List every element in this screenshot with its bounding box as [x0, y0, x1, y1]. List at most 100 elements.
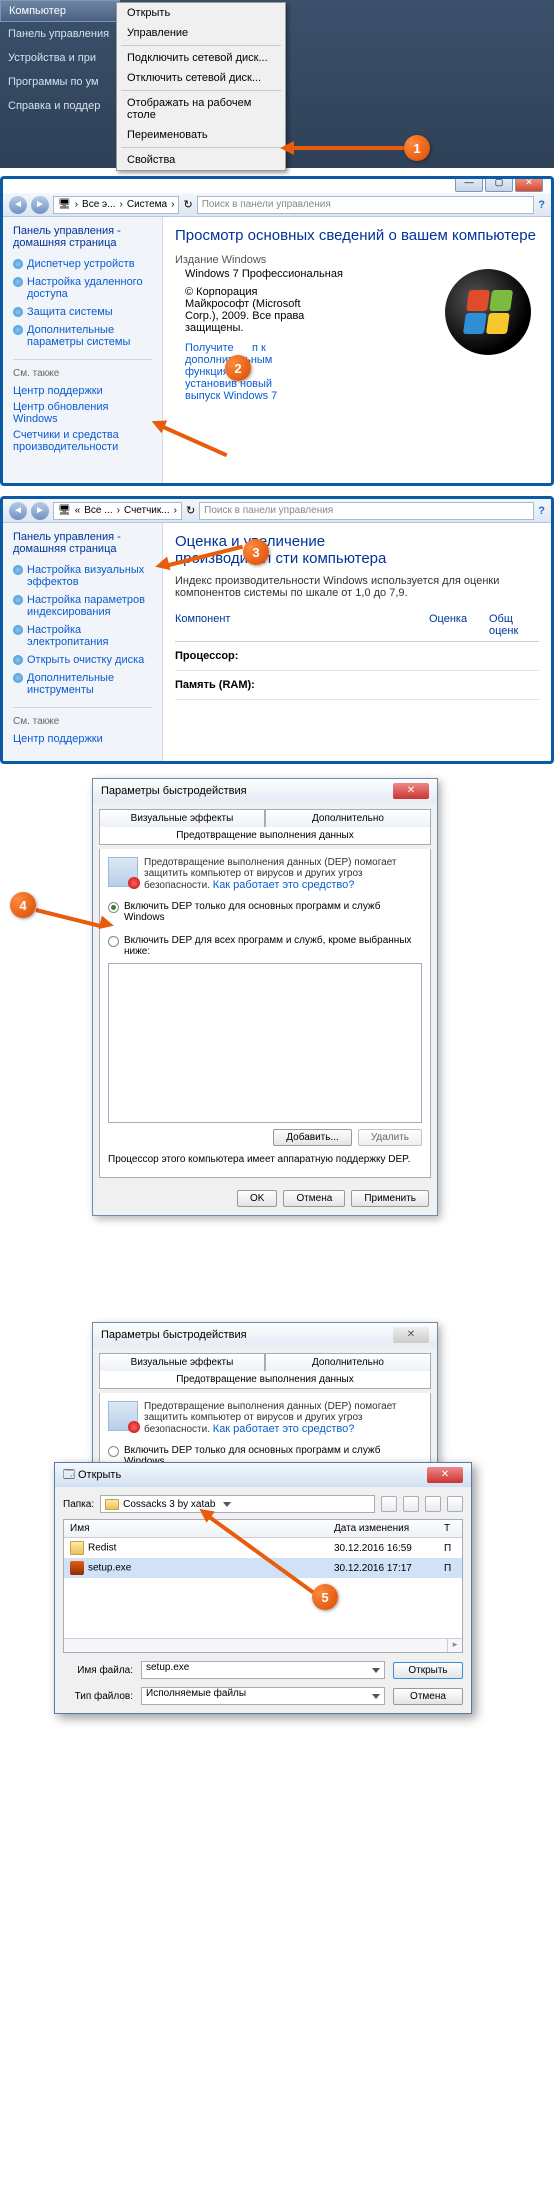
- col-name[interactable]: Имя: [64, 1520, 328, 1537]
- dep-exclusion-list[interactable]: [108, 963, 422, 1123]
- ctx-open[interactable]: Открыть: [117, 3, 285, 23]
- start-computer-item[interactable]: Компьютер: [0, 0, 120, 22]
- filetype-select[interactable]: Исполняемые файлы: [141, 1687, 385, 1705]
- tab-visual-effects[interactable]: Визуальные эффекты: [99, 1353, 265, 1371]
- addr-crumb[interactable]: 🖥: [58, 505, 71, 516]
- start-item[interactable]: Панель управления: [0, 22, 120, 46]
- address-bar[interactable]: 🖥 › Все э... › Система ›: [53, 196, 179, 214]
- sidebar-heading[interactable]: Панель управления - домашняя страница: [13, 225, 152, 249]
- new-folder-icon[interactable]: [425, 1496, 441, 1512]
- refresh-icon[interactable]: ↻: [183, 198, 192, 211]
- sidebar-heading[interactable]: Панель управления - домашняя страница: [13, 531, 152, 555]
- ctx-show-desktop[interactable]: Отображать на рабочем столе: [117, 93, 285, 125]
- nav-back-icon[interactable]: ◄: [9, 196, 27, 214]
- back-icon[interactable]: [381, 1496, 397, 1512]
- help-icon[interactable]: ?: [538, 505, 545, 517]
- table-header: Компонент Оценка Общ оценк: [175, 609, 539, 642]
- start-item[interactable]: Справка и поддер: [0, 94, 120, 118]
- addr-crumb[interactable]: Все э...: [82, 199, 115, 210]
- maximize-button[interactable]: ▢: [485, 176, 513, 192]
- up-icon[interactable]: [403, 1496, 419, 1512]
- col-score: Оценка: [429, 613, 489, 637]
- folder-label: Папка:: [63, 1499, 94, 1510]
- dropdown-icon: [372, 1694, 380, 1699]
- sidebar-separator: [13, 707, 152, 708]
- sidebar-link-performance[interactable]: Счетчики и средства производительности: [13, 427, 152, 455]
- sidebar-link-protection[interactable]: Защита системы: [13, 303, 152, 321]
- address-bar[interactable]: 🖥 « Все ... › Счетчик... ›: [53, 502, 182, 520]
- ctx-unmap-drive[interactable]: Отключить сетевой диск...: [117, 68, 285, 88]
- help-icon[interactable]: ?: [538, 199, 545, 211]
- filetype-row: Тип файлов: Исполняемые файлы Отмена: [63, 1687, 463, 1705]
- addr-crumb[interactable]: 🖥: [58, 199, 71, 210]
- close-button[interactable]: ✕: [393, 1327, 429, 1343]
- tab-visual-effects[interactable]: Визуальные эффекты: [99, 809, 265, 827]
- dep-radio-all[interactable]: Включить DEP для всех программ и служб, …: [108, 933, 422, 959]
- sidebar-link-visual-effects[interactable]: Настройка визуальных эффектов: [13, 561, 152, 591]
- sidebar-link-tools[interactable]: Дополнительные инструменты: [13, 669, 152, 699]
- ctx-properties[interactable]: Свойства: [117, 150, 285, 170]
- tab-advanced[interactable]: Дополнительно: [265, 1353, 431, 1371]
- sidebar-link-action-center[interactable]: Центр поддержки: [13, 383, 152, 399]
- sidebar-link-indexing[interactable]: Настройка параметров индексирования: [13, 591, 152, 621]
- cancel-button[interactable]: Отмена: [393, 1688, 463, 1705]
- sidebar-link-advanced[interactable]: Дополнительные параметры системы: [13, 321, 152, 351]
- minimize-button[interactable]: —: [455, 176, 483, 192]
- col-date[interactable]: Дата изменения: [328, 1520, 438, 1537]
- open-button[interactable]: Открыть: [393, 1662, 463, 1679]
- sidebar: Панель управления - домашняя страница Ди…: [3, 217, 163, 483]
- dialog-body: Предотвращение выполнения данных (DEP) п…: [99, 849, 431, 1178]
- file-date: 30.12.2016 16:59: [328, 1540, 438, 1557]
- start-item[interactable]: Программы по ум: [0, 70, 120, 94]
- scroll-right-icon[interactable]: ▸: [447, 1639, 462, 1652]
- section-4-dep-dialog: Параметры быстродействия ✕ Визуальные эф…: [0, 778, 554, 1308]
- search-input[interactable]: Поиск в панели управления: [197, 196, 535, 214]
- cancel-button[interactable]: Отмена: [283, 1190, 345, 1207]
- views-icon[interactable]: [447, 1496, 463, 1512]
- sidebar-link-windows-update[interactable]: Центр обновления Windows: [13, 399, 152, 427]
- folder-select[interactable]: Cossacks 3 by xatab: [100, 1495, 375, 1513]
- start-item[interactable]: Устройства и при: [0, 46, 120, 70]
- radio-icon: [108, 1446, 119, 1457]
- nav-back-icon[interactable]: ◄: [9, 502, 27, 520]
- tab-dep-selected[interactable]: Предотвращение выполнения данных: [99, 1371, 431, 1389]
- filename-input[interactable]: setup.exe: [141, 1661, 385, 1679]
- nav-forward-icon[interactable]: ►: [31, 196, 49, 214]
- col-component: Компонент: [175, 613, 429, 637]
- refresh-icon[interactable]: ↻: [186, 504, 195, 517]
- sidebar-link-action-center[interactable]: Центр поддержки: [13, 731, 152, 747]
- sidebar-link-device-manager[interactable]: Диспетчер устройств: [13, 255, 152, 273]
- dep-radio-essential[interactable]: Включить DEP только для основных програм…: [108, 899, 422, 925]
- delete-button[interactable]: Удалить: [358, 1129, 422, 1146]
- main-pane: Оценка и увеличение производител сти ком…: [163, 523, 551, 761]
- sidebar-link-disk-cleanup[interactable]: Открыть очистку диска: [13, 651, 152, 669]
- addr-crumb[interactable]: Счетчик...: [124, 505, 170, 516]
- tab-dep-selected[interactable]: Предотвращение выполнения данных: [99, 827, 431, 845]
- ctx-manage[interactable]: Управление: [117, 23, 285, 43]
- sidebar-link-remote[interactable]: Настройка удаленного доступа: [13, 273, 152, 303]
- ctx-rename[interactable]: Переименовать: [117, 125, 285, 145]
- add-button[interactable]: Добавить...: [273, 1129, 352, 1146]
- apply-button[interactable]: Применить: [351, 1190, 429, 1207]
- addr-sep: «: [75, 505, 81, 516]
- close-button[interactable]: ✕: [427, 1467, 463, 1483]
- search-input[interactable]: Поиск в панели управления: [199, 502, 534, 520]
- col-type[interactable]: Т: [438, 1520, 462, 1537]
- addr-sep: ›: [171, 199, 174, 210]
- sidebar-separator: [13, 359, 152, 360]
- filetype-label: Тип файлов:: [63, 1691, 133, 1702]
- addr-crumb[interactable]: Все ...: [84, 505, 112, 516]
- file-row-setup-exe[interactable]: setup.exe 30.12.2016 17:17 П: [64, 1558, 462, 1578]
- close-button[interactable]: ✕: [515, 176, 543, 192]
- sidebar-link-power[interactable]: Настройка электропитания: [13, 621, 152, 651]
- description-text: Индекс производительности Windows исполь…: [175, 575, 539, 599]
- ctx-map-drive[interactable]: Подключить сетевой диск...: [117, 48, 285, 68]
- addr-crumb[interactable]: Система: [127, 199, 167, 210]
- tab-advanced[interactable]: Дополнительно: [265, 809, 431, 827]
- close-button[interactable]: ✕: [393, 783, 429, 799]
- dep-how-link[interactable]: Как работает это средство?: [213, 1423, 355, 1435]
- dep-how-link[interactable]: Как работает это средство?: [213, 879, 355, 891]
- nav-forward-icon[interactable]: ►: [31, 502, 49, 520]
- ok-button[interactable]: OK: [237, 1190, 277, 1207]
- ctx-separator: [121, 90, 281, 91]
